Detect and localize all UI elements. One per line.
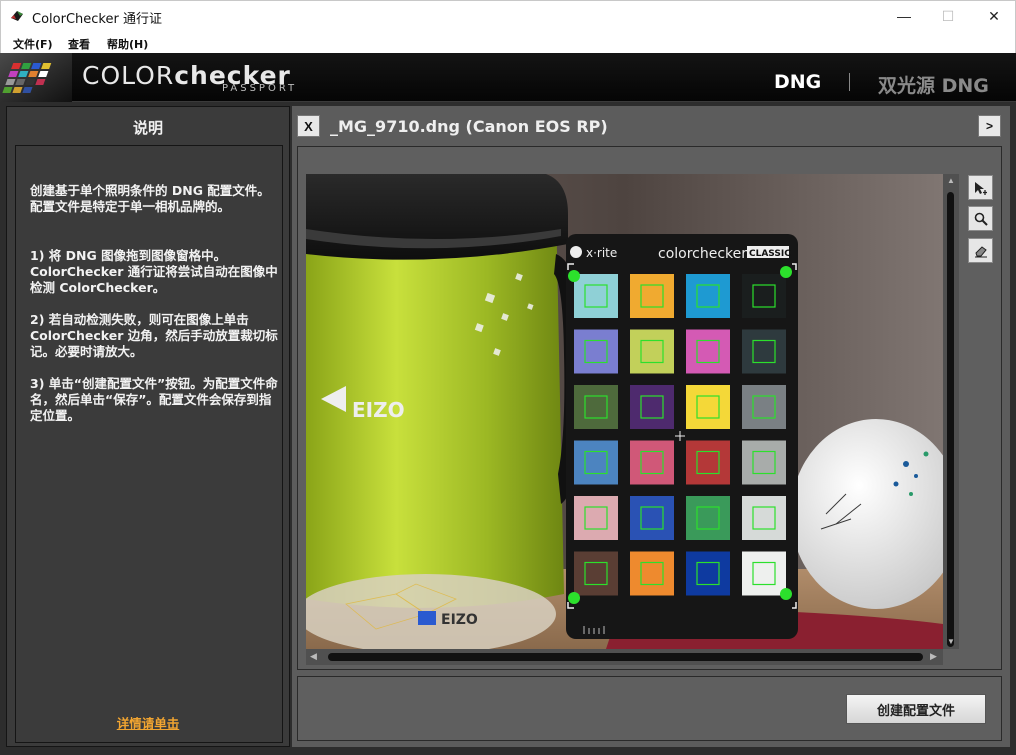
color-patch <box>742 329 786 374</box>
menu-view[interactable]: 查看 <box>68 36 90 52</box>
brand-header: COLORchecker PASSPORT <box>0 53 1016 102</box>
color-patch <box>574 385 618 429</box>
coaster-brand-text: EIZO <box>441 612 478 628</box>
color-patch <box>686 329 730 374</box>
maximize-button[interactable]: ☐ <box>925 1 971 31</box>
window-title: ColorChecker 通行证 <box>32 12 162 27</box>
mug-brand-text: EIZO <box>352 398 405 422</box>
colorchecker-text: colorchecker <box>658 246 747 262</box>
scroll-down-icon[interactable]: ▼ <box>947 637 955 646</box>
horizontal-scroll-thumb[interactable] <box>328 653 923 661</box>
scroll-right-icon[interactable]: ▶ <box>930 651 937 662</box>
color-patch <box>574 551 618 596</box>
color-patch <box>574 274 618 318</box>
crop-corner-bottom-left[interactable] <box>568 592 580 604</box>
brand-subtitle: PASSPORT <box>222 83 298 94</box>
color-patch <box>630 440 674 485</box>
instructions-step-1: 1) 将 DNG 图像拖到图像窗格中。ColorChecker 通行证将尝试自动… <box>30 248 278 295</box>
dng-image-canvas[interactable]: EIZO EIZO x·rite colorchecker CLASSIC <box>306 174 943 649</box>
crop-corner-top-right[interactable] <box>780 266 792 278</box>
tab-dng[interactable]: DNG <box>774 71 821 93</box>
color-patch <box>630 551 674 596</box>
color-patch <box>630 274 674 318</box>
color-patch <box>742 551 786 596</box>
brand-wordmark-light: COLOR <box>82 61 175 90</box>
instructions-title: 说明 <box>132 119 163 137</box>
tab-dual-illuminant-dng[interactable]: 双光源 DNG <box>878 71 989 98</box>
eraser-tool-button[interactable] <box>968 238 993 263</box>
zoom-icon <box>974 212 988 226</box>
color-patch <box>686 551 730 596</box>
expand-panel-button[interactable]: > <box>978 115 1001 137</box>
color-patch <box>686 496 730 540</box>
mode-divider <box>849 73 850 91</box>
color-patch <box>630 329 674 374</box>
scroll-left-icon[interactable]: ◀ <box>310 651 317 662</box>
select-tool-icon <box>974 181 987 195</box>
instructions-step-3: 3) 单击“创建配置文件”按钮。为配置文件命名，然后单击“保存”。配置文件会保存… <box>30 376 278 423</box>
zoom-tool-button[interactable] <box>968 206 993 231</box>
instructions-panel: 说明 创建基于单个照明条件的 DNG 配置文件。配置文件是特定于单一相机品牌的。… <box>6 106 290 747</box>
color-patch <box>742 440 786 485</box>
select-tool-button[interactable] <box>968 175 993 200</box>
horizontal-scrollbar[interactable]: ◀ ▶ <box>306 649 943 665</box>
colorchecker-logo-icon <box>0 53 72 102</box>
color-patch <box>574 329 618 374</box>
color-patch <box>630 496 674 540</box>
color-patch <box>686 385 730 429</box>
minimize-button[interactable]: — <box>881 1 927 31</box>
classic-text: CLASSIC <box>749 249 791 259</box>
menu-file[interactable]: 文件(F) <box>13 36 53 52</box>
close-icon: ✕ <box>988 7 1000 24</box>
photo-illustration: EIZO EIZO x·rite colorchecker CLASSIC <box>306 174 943 649</box>
color-patch <box>686 440 730 485</box>
color-patch <box>630 385 674 429</box>
crop-corner-top-left[interactable] <box>568 270 580 282</box>
color-patch <box>686 274 730 318</box>
title-bar: ColorChecker 通行证 — ☐ ✕ <box>0 0 1016 31</box>
instructions-intro: 创建基于单个照明条件的 DNG 配置文件。配置文件是特定于单一相机品牌的。 <box>30 183 270 214</box>
scroll-up-icon[interactable]: ▲ <box>947 176 955 185</box>
create-profile-button[interactable]: 创建配置文件 <box>846 694 986 724</box>
menu-bar: 文件(F) 查看 帮助(H) <box>0 31 1016 53</box>
color-patch <box>574 440 618 485</box>
color-patch <box>742 274 786 318</box>
details-link[interactable]: 详情请单击 <box>16 713 280 732</box>
xrite-text: x·rite <box>586 246 617 260</box>
minimize-icon: — <box>897 8 911 24</box>
crop-corner-bottom-right[interactable] <box>780 588 792 600</box>
color-patch <box>742 385 786 429</box>
file-title: _MG_9710.dng (Canon EOS RP) <box>330 117 608 136</box>
eraser-icon <box>974 245 987 257</box>
app-logo-icon <box>11 11 23 21</box>
vertical-scrollbar[interactable]: ▲ ▼ <box>943 174 959 649</box>
instructions-body: 创建基于单个照明条件的 DNG 配置文件。配置文件是特定于单一相机品牌的。 1)… <box>15 145 283 743</box>
maximize-icon: ☐ <box>941 7 955 24</box>
close-image-button[interactable]: X <box>297 115 320 137</box>
color-patch <box>742 496 786 540</box>
instructions-step-2: 2) 若自动检测失败，则可在图像上单击 ColorChecker 边角，然后手动… <box>30 312 278 359</box>
close-window-button[interactable]: ✕ <box>971 1 1016 31</box>
menu-help[interactable]: 帮助(H) <box>107 36 148 52</box>
color-patch <box>574 496 618 540</box>
vertical-scroll-thumb[interactable] <box>947 192 954 647</box>
